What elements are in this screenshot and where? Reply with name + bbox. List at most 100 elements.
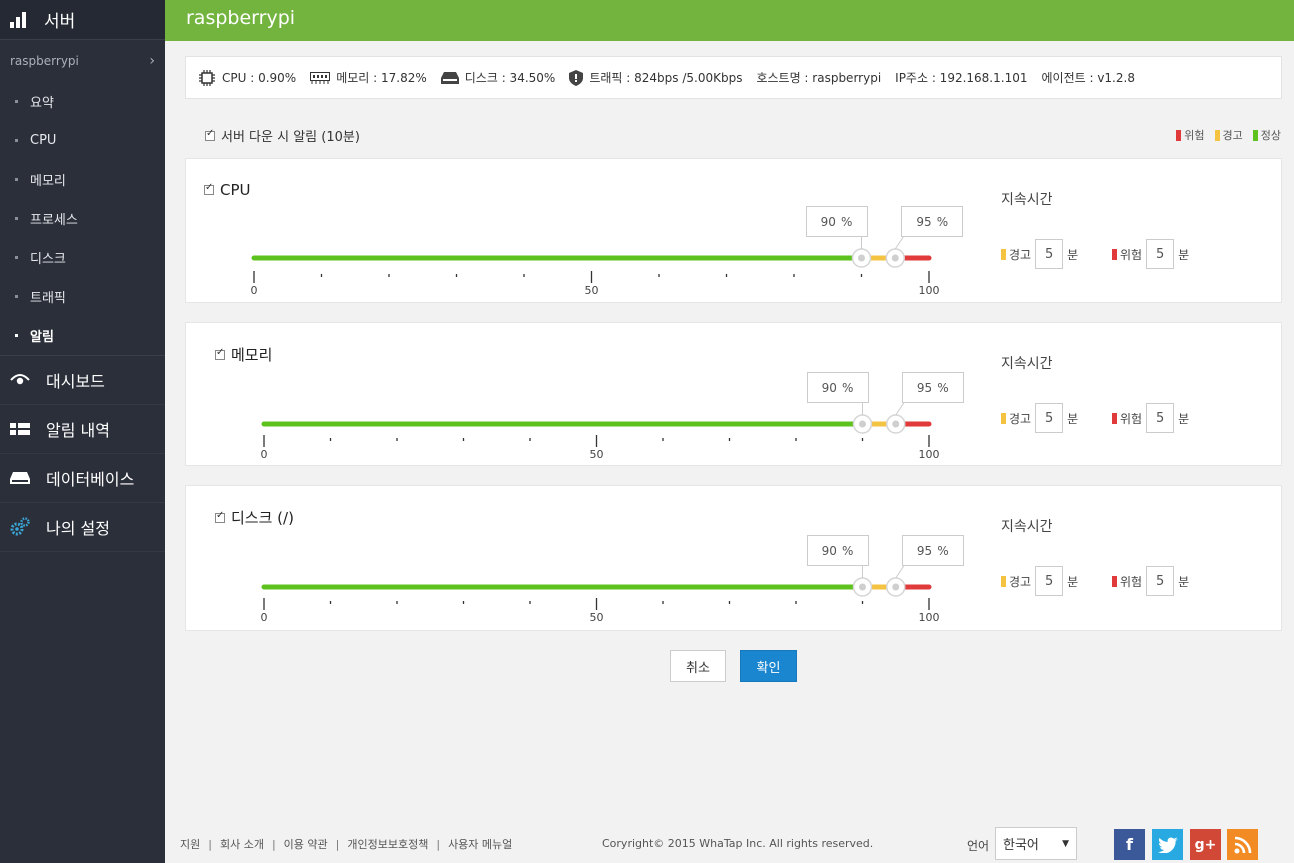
legend-warning: 경고 — [1214, 127, 1243, 143]
footer-link-support[interactable]: 지원 — [180, 836, 200, 852]
copyright: Coryright© 2015 WhaTap Inc. All rights r… — [602, 837, 874, 850]
tick-label-mid: 50 — [589, 448, 604, 461]
sidebar-item-process[interactable]: 프로세스 — [0, 199, 165, 238]
main-menu: 대시보드 알림 내역 데이터베이스 나의 설정 — [0, 355, 165, 552]
tick-label-max: 100 — [918, 448, 940, 461]
warning-duration: 경고 5 분 — [1001, 403, 1078, 433]
language-select[interactable]: 한국어 ▼ — [995, 827, 1077, 860]
sidebar-item-disk[interactable]: 디스크 — [0, 238, 165, 277]
footer-link-manual[interactable]: 사용자 메뉴얼 — [448, 836, 512, 852]
footer-link-privacy[interactable]: 개인정보보호정책 — [347, 836, 428, 852]
memory-alert-panel: 메모리05010090%95%지속시간경고5분위험5분 — [185, 322, 1282, 466]
danger-duration-minutes-input[interactable]: 5 — [1146, 566, 1175, 596]
memory-icon — [310, 71, 331, 84]
sidebar: 서버 raspberrypi › 요약 CPU 메모리 프로세스 디스크 트래픽… — [0, 0, 165, 863]
warning-threshold-handle-dot — [859, 420, 866, 428]
danger-duration: 위험 5 분 — [1112, 566, 1189, 596]
shield-icon — [569, 69, 584, 86]
cpu-threshold-slider[interactable] — [186, 159, 1283, 304]
facebook-icon[interactable]: f — [1114, 829, 1145, 860]
hostname: 호스트명 : raspberrypi — [756, 71, 882, 85]
sidebar-header[interactable]: 서버 — [0, 0, 165, 40]
ip-address: IP주소 : 192.168.1.101 — [895, 71, 1028, 85]
danger-threshold-handle-connector — [895, 402, 905, 416]
disk-threshold-slider[interactable] — [186, 486, 1283, 632]
chevron-right-icon: › — [149, 53, 155, 69]
footer-link-about[interactable]: 회사 소개 — [220, 836, 264, 852]
server-down-alert-option[interactable]: 서버 다운 시 알림 (10분) — [205, 126, 360, 145]
danger-duration-minutes-input[interactable]: 5 — [1146, 403, 1175, 433]
server-down-checkbox[interactable] — [205, 128, 215, 141]
server-submenu: 요약 CPU 메모리 프로세스 디스크 트래픽 알림 — [0, 82, 165, 355]
danger-threshold-value[interactable]: 95% — [901, 206, 964, 237]
duration-title: 지속시간 — [1001, 356, 1053, 372]
memory-usage: 메모리 : 17.82% — [336, 71, 427, 85]
bar-chart-icon — [10, 11, 28, 28]
language-label: 언어 — [967, 839, 990, 853]
duration-title: 지속시간 — [1001, 519, 1053, 535]
tick-label-min: 0 — [250, 284, 258, 297]
eye-icon — [10, 370, 30, 390]
tick-label-min: 0 — [260, 448, 268, 461]
warning-duration: 경고 5 분 — [1001, 566, 1078, 596]
memory-threshold-slider[interactable] — [186, 323, 1283, 467]
tick-label-mid: 50 — [589, 611, 604, 624]
warning-threshold-value[interactable]: 90% — [806, 535, 869, 566]
dropdown-arrow-icon: ▼ — [1062, 838, 1069, 849]
cancel-button[interactable]: 취소 — [670, 650, 726, 682]
twitter-icon[interactable] — [1152, 829, 1183, 860]
sidebar-item-dashboard[interactable]: 대시보드 — [0, 356, 165, 405]
agent-version: 에이전트 : v1.2.8 — [1041, 71, 1135, 85]
danger-duration-minutes-input[interactable]: 5 — [1146, 239, 1175, 269]
disk-icon — [440, 71, 459, 84]
traffic-usage: 트래픽 : 824bps /5.00Kbps — [589, 71, 743, 85]
sidebar-item-cpu[interactable]: CPU — [0, 121, 165, 160]
cpu-usage: CPU : 0.90% — [222, 70, 297, 85]
legend-danger: 위험 — [1176, 127, 1205, 143]
legend-normal: 정상 — [1252, 127, 1281, 143]
warning-threshold-value[interactable]: 90% — [806, 372, 869, 403]
google-plus-icon[interactable]: g+ — [1190, 829, 1221, 860]
danger-duration: 위험 5 분 — [1112, 239, 1189, 269]
status-legend: 위험 경고 정상 — [1166, 127, 1281, 143]
danger-duration: 위험 5 분 — [1112, 403, 1189, 433]
cpu-icon — [199, 69, 215, 86]
duration-title: 지속시간 — [1001, 192, 1053, 208]
sidebar-item-memory[interactable]: 메모리 — [0, 160, 165, 199]
sidebar-item-database[interactable]: 데이터베이스 — [0, 454, 165, 503]
sidebar-item-summary[interactable]: 요약 — [0, 82, 165, 121]
danger-threshold-handle-dot — [892, 583, 900, 591]
confirm-button[interactable]: 확인 — [740, 650, 797, 682]
rss-icon[interactable] — [1227, 829, 1258, 860]
sidebar-item-alert-history[interactable]: 알림 내역 — [0, 405, 165, 454]
sidebar-title: 서버 — [44, 12, 76, 32]
danger-threshold-handle-connector — [894, 236, 904, 250]
server-down-label: 서버 다운 시 알림 (10분) — [221, 130, 360, 145]
danger-threshold-value[interactable]: 95% — [901, 535, 964, 566]
warning-duration-minutes-input[interactable]: 5 — [1035, 239, 1064, 269]
warning-threshold-value[interactable]: 90% — [805, 206, 868, 237]
danger-threshold-handle-dot — [891, 254, 899, 262]
server-selector[interactable]: raspberrypi › — [0, 40, 165, 82]
disk-usage: 디스크 : 34.50% — [464, 71, 556, 85]
sidebar-item-traffic[interactable]: 트래픽 — [0, 277, 165, 316]
danger-threshold-value[interactable]: 95% — [901, 372, 964, 403]
page-header: raspberrypi — [165, 0, 1294, 41]
warning-duration-minutes-input[interactable]: 5 — [1035, 566, 1064, 596]
warning-duration-minutes-input[interactable]: 5 — [1035, 403, 1064, 433]
server-info-bar: CPU : 0.90% 메모리 : 17.82% 디스크 : 34.50% 트래… — [185, 56, 1282, 99]
sidebar-item-my-settings[interactable]: 나의 설정 — [0, 503, 165, 552]
page-title: raspberrypi — [186, 7, 296, 29]
list-icon — [10, 419, 30, 439]
warning-threshold-handle-dot — [859, 583, 866, 591]
danger-threshold-handle-connector — [895, 565, 905, 579]
cpu-alert-panel: CPU05010090%95%지속시간경고5분위험5분 — [185, 158, 1282, 303]
footer-link-terms[interactable]: 이용 약관 — [284, 836, 328, 852]
warning-threshold-handle-dot — [858, 254, 865, 262]
tick-label-max: 100 — [918, 284, 940, 297]
database-icon — [10, 468, 30, 488]
sidebar-item-alert[interactable]: 알림 — [0, 316, 165, 355]
server-name: raspberrypi — [10, 54, 79, 68]
disk-alert-panel: 디스크 (/)05010090%95%지속시간경고5분위험5분 — [185, 485, 1282, 631]
tick-label-min: 0 — [260, 611, 268, 624]
